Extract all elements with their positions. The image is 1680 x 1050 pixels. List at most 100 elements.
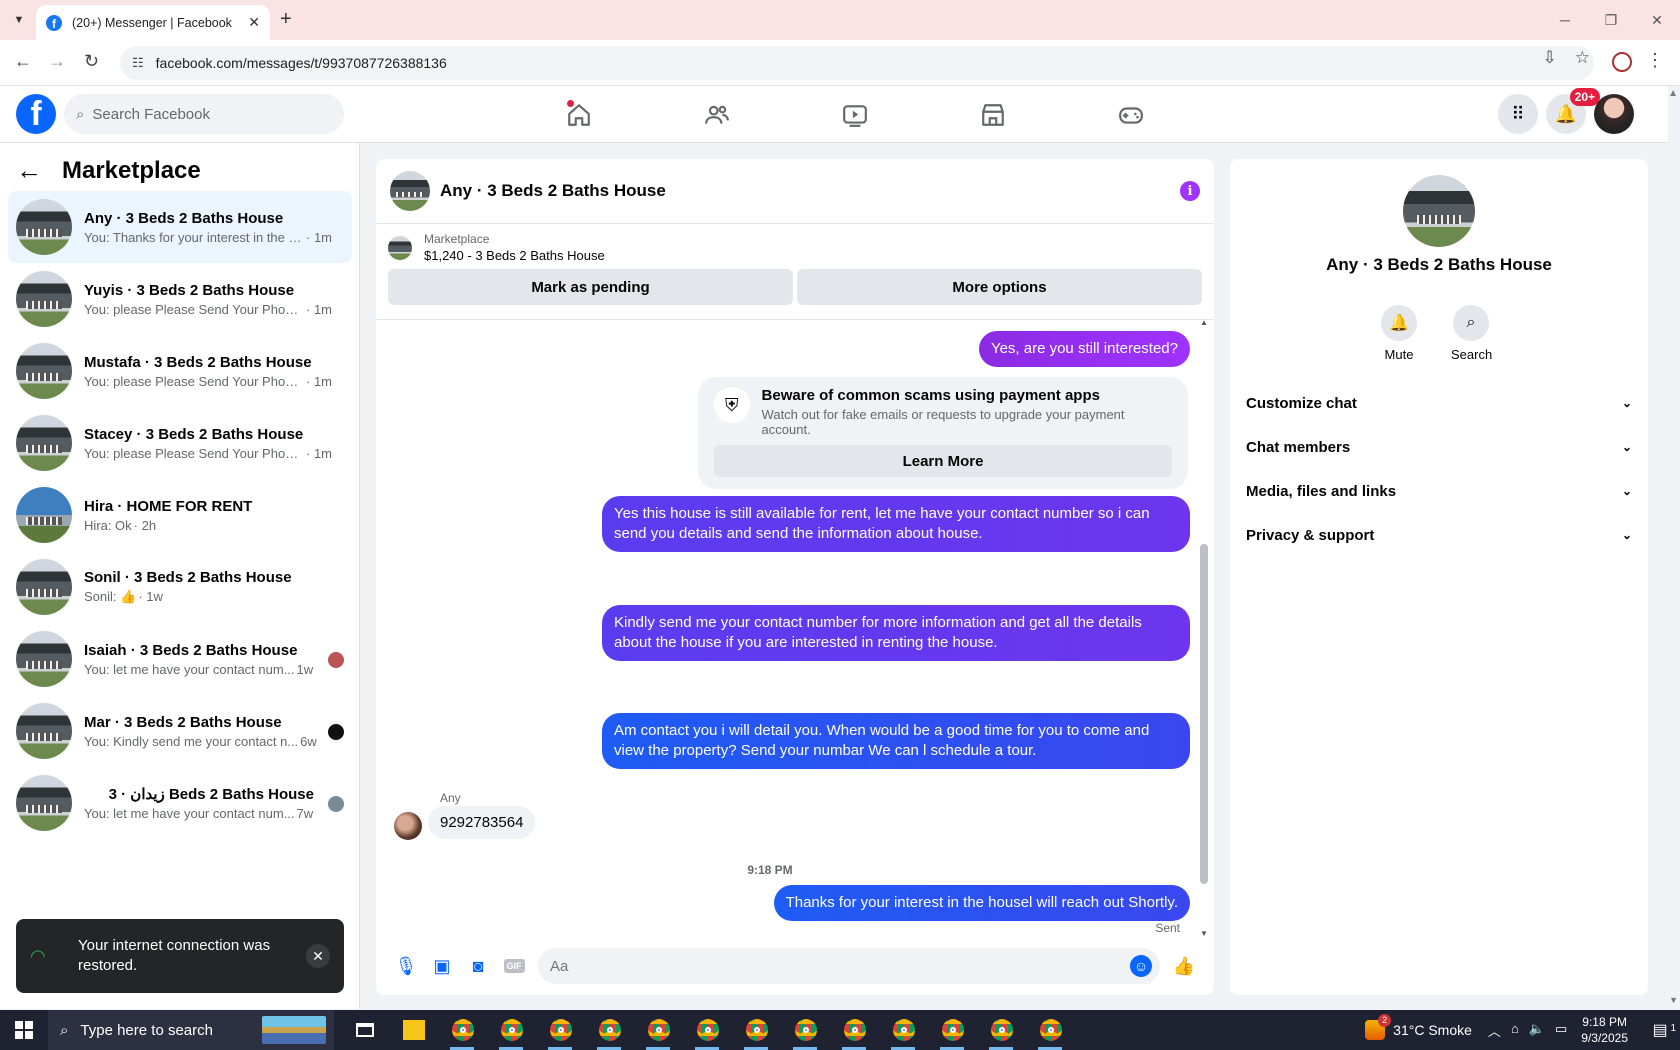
friends-nav-button[interactable] <box>648 86 786 143</box>
chrome-window[interactable] <box>585 1010 634 1050</box>
conversation-item[interactable]: Mustafa · 3 Beds 2 Baths House You: plea… <box>8 335 352 407</box>
conversation-item[interactable]: زيدان · 3 Beds 2 Baths House You: let me… <box>8 767 352 839</box>
privacy-support-section[interactable]: Privacy & support ⌄ <box>1238 513 1640 557</box>
reload-icon[interactable]: ↻ <box>84 51 99 72</box>
tab-search-chevron-icon[interactable]: ▼ <box>8 9 30 31</box>
outgoing-message[interactable]: Am contact you i will detail you. When w… <box>602 713 1190 769</box>
message-input[interactable] <box>550 957 1089 975</box>
account-avatar[interactable] <box>1594 94 1634 134</box>
bookmark-star-icon[interactable]: ☆ <box>1575 48 1590 68</box>
conversation-item[interactable]: Yuyis · 3 Beds 2 Baths House You: please… <box>8 263 352 335</box>
search-conversation-button[interactable]: ⌕ Search <box>1451 305 1492 362</box>
taskbar-search[interactable]: ⌕ Type here to search <box>48 1010 334 1050</box>
chrome-window[interactable] <box>536 1010 585 1050</box>
install-app-icon[interactable]: ⇩ <box>1543 48 1557 68</box>
customize-chat-section[interactable]: Customize chat ⌄ <box>1238 381 1640 425</box>
outgoing-message[interactable]: Kindly send me your contact number for m… <box>602 605 1190 661</box>
network-adapter-icon[interactable]: ⌂ <box>1511 1021 1519 1040</box>
conversation-item[interactable]: Mar · 3 Beds 2 Baths House You: Kindly s… <box>8 695 352 767</box>
back-icon[interactable]: ← <box>14 51 32 72</box>
conversation-item[interactable]: Stacey · 3 Beds 2 Baths House You: pleas… <box>8 407 352 479</box>
photo-icon[interactable]: ▣ <box>424 948 460 984</box>
chrome-window[interactable] <box>732 1010 781 1050</box>
info-icon[interactable]: i <box>1180 181 1200 201</box>
chrome-window[interactable] <box>781 1010 830 1050</box>
close-toast-button[interactable]: ✕ <box>306 944 330 968</box>
app-icon <box>451 1019 474 1041</box>
sticker-icon[interactable]: ◙ <box>460 948 496 984</box>
browser-profile-icon[interactable] <box>1612 52 1632 72</box>
chrome-window[interactable] <box>977 1010 1026 1050</box>
listing-detail[interactable]: $1,240 - 3 Beds 2 Baths House <box>424 248 605 263</box>
mute-button[interactable]: 🔔 Mute <box>1379 305 1419 362</box>
new-tab-icon[interactable]: + <box>280 8 292 31</box>
chrome-window[interactable] <box>683 1010 732 1050</box>
mute-label: Mute <box>1384 347 1414 362</box>
video-nav-button[interactable] <box>786 86 924 143</box>
notifications-button[interactable]: 🔔 20+ <box>1546 88 1600 134</box>
chat-scrollbar[interactable]: ▲ ▼ <box>1200 318 1208 938</box>
site-info-icon[interactable]: ☷ <box>132 55 144 71</box>
conversation-item[interactable]: Hira · HOME FOR RENT Hira: Ok · 2h <box>8 479 352 551</box>
browser-tab[interactable]: f (20+) Messenger | Facebook ✕ <box>36 5 270 40</box>
incoming-message[interactable]: 9292783564 <box>428 806 536 839</box>
conversation-time: 6w <box>300 733 317 749</box>
learn-more-button[interactable]: Learn More <box>714 445 1172 477</box>
emoji-icon[interactable]: ☺ <box>1130 955 1152 977</box>
taskbar-clock[interactable]: 9:18 PM 9/3/2025 <box>1581 1014 1628 1046</box>
scrollbar-thumb[interactable] <box>1200 544 1208 884</box>
chrome-window[interactable] <box>634 1010 683 1050</box>
outgoing-message[interactable]: Yes this house is still available for re… <box>602 496 1190 552</box>
chrome-icon <box>500 1019 523 1041</box>
facebook-search-input[interactable]: ⌕ Search Facebook <box>64 94 344 134</box>
thumbs-up-icon[interactable]: 👍 <box>1166 948 1202 984</box>
pinned-app[interactable] <box>438 1010 487 1050</box>
chrome-window[interactable] <box>879 1010 928 1050</box>
task-view-button[interactable] <box>340 1010 389 1050</box>
more-options-button[interactable]: More options <box>797 269 1202 305</box>
chrome-window[interactable] <box>1026 1010 1075 1050</box>
listing-mini-thumbnail[interactable] <box>388 235 412 260</box>
monitor-icon[interactable]: ▭ <box>1555 1021 1567 1040</box>
minimize-icon[interactable]: ─ <box>1542 0 1588 40</box>
restore-icon[interactable]: ❐ <box>1588 0 1634 40</box>
chat-title[interactable]: Any · 3 Beds 2 Baths House <box>440 181 1180 201</box>
chat-avatar[interactable] <box>390 171 430 211</box>
volume-icon[interactable]: 🔈 <box>1529 1021 1545 1040</box>
conversation-item[interactable]: Any · 3 Beds 2 Baths House You: Thanks f… <box>8 191 352 263</box>
gif-icon[interactable]: GIF <box>496 948 532 984</box>
weather-widget[interactable]: 2 31°C Smoke <box>1365 1014 1472 1040</box>
forward-icon[interactable]: → <box>48 51 66 72</box>
back-arrow-icon[interactable]: ← <box>16 155 42 186</box>
chat-members-section[interactable]: Chat members ⌄ <box>1238 425 1640 469</box>
notification-center-button[interactable]: ▤ 1 <box>1640 1020 1680 1040</box>
page-scroll-down-icon[interactable]: ▼ <box>1669 995 1678 1005</box>
facebook-logo-icon[interactable]: f <box>16 94 56 134</box>
conversation-item[interactable]: Isaiah · 3 Beds 2 Baths House You: let m… <box>8 623 352 695</box>
conversation-avatar[interactable] <box>1403 175 1475 247</box>
scroll-up-arrow-icon[interactable]: ▲ <box>1200 318 1208 327</box>
microphone-icon[interactable]: 🎙 <box>388 948 424 984</box>
close-window-icon[interactable]: ✕ <box>1634 0 1680 40</box>
conversation-item[interactable]: Sonil · 3 Beds 2 Baths House Sonil: 👍 · 1… <box>8 551 352 623</box>
chrome-window[interactable] <box>487 1010 536 1050</box>
mark-as-pending-button[interactable]: Mark as pending <box>388 269 793 305</box>
outgoing-message[interactable]: Thanks for your interest in the housel w… <box>773 885 1190 921</box>
omnibox[interactable]: ☷ facebook.com/messages/t/99370877263881… <box>120 46 1594 80</box>
sender-avatar[interactable] <box>394 812 422 840</box>
chrome-window[interactable] <box>830 1010 879 1050</box>
home-nav-button[interactable] <box>510 86 648 143</box>
menu-grid-button[interactable]: ⠿ <box>1498 94 1538 134</box>
show-hidden-icons-chevron-icon[interactable]: ︿ <box>1488 1021 1501 1040</box>
close-tab-icon[interactable]: ✕ <box>248 14 260 31</box>
start-button[interactable] <box>0 1010 48 1050</box>
url-text[interactable]: facebook.com/messages/t/9937087726388136 <box>156 55 447 71</box>
chrome-window[interactable] <box>928 1010 977 1050</box>
browser-menu-icon[interactable]: ⋮ <box>1646 50 1664 71</box>
marketplace-nav-button[interactable] <box>924 86 1062 143</box>
media-files-links-section[interactable]: Media, files and links ⌄ <box>1238 469 1640 513</box>
page-scroll-up-icon[interactable]: ▲ <box>1668 88 1678 99</box>
gaming-nav-button[interactable] <box>1062 86 1200 143</box>
sticky-notes-app[interactable] <box>389 1010 438 1050</box>
outgoing-message[interactable]: Yes, are you still interested? <box>978 331 1190 367</box>
